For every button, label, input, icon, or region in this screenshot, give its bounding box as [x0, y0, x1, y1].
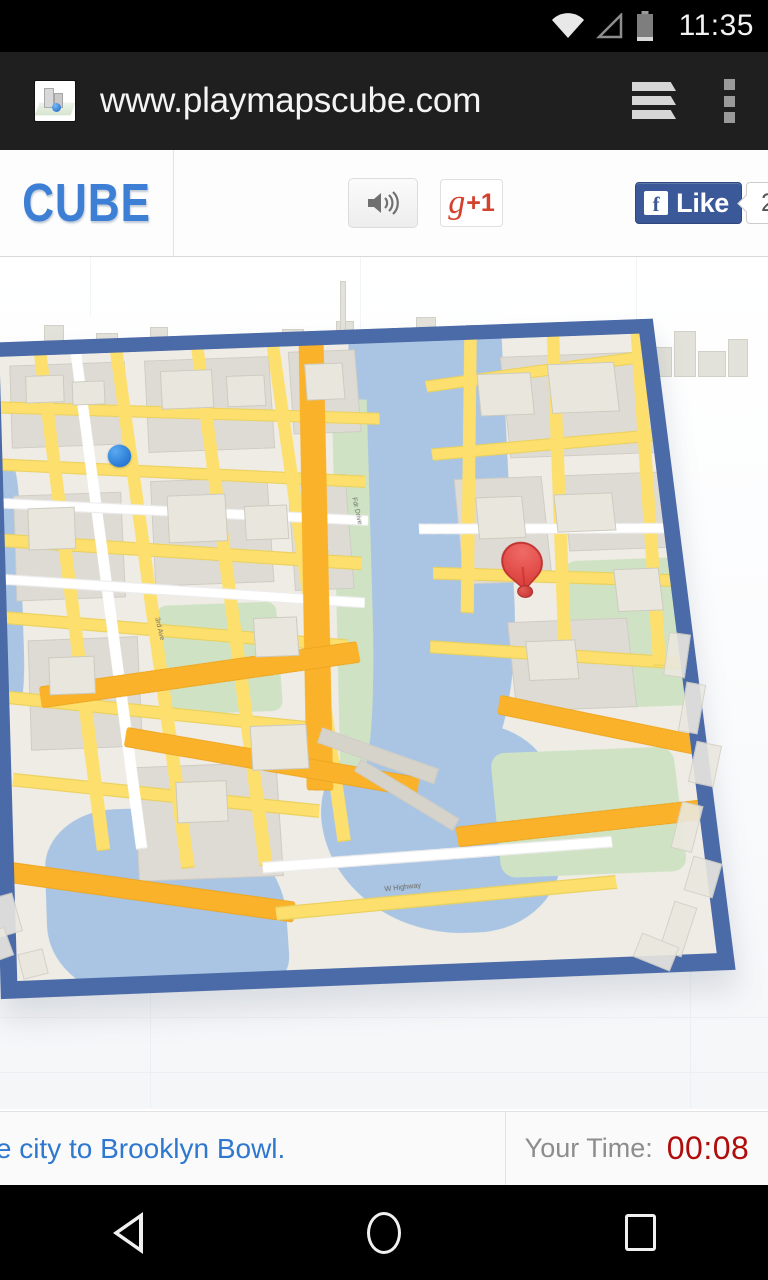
web-page: CUBE g +1 f Like 2 Fdr Drive 3rd Ave W H… [0, 150, 768, 1185]
mission-caption: ugh the city to Brooklyn Bowl. [0, 1112, 506, 1185]
map-road [418, 522, 686, 535]
recents-button[interactable] [565, 1185, 715, 1280]
gplus-plus-label: +1 [466, 188, 495, 217]
red-map-pin [492, 533, 552, 599]
status-bar-clock: 11:35 [678, 9, 754, 42]
browser-toolbar: www.playmapscube.com [0, 52, 768, 150]
site-logo[interactable]: CUBE [0, 150, 174, 256]
back-icon [113, 1211, 143, 1254]
map-content: Fdr Drive 3rd Ave W Highway [0, 333, 717, 982]
speaker-icon [368, 191, 399, 215]
battery-icon [636, 11, 653, 41]
sound-toggle-button[interactable] [348, 178, 418, 228]
overflow-menu-icon[interactable] [724, 79, 736, 123]
status-icon-group: 11:35 [551, 9, 754, 43]
cell-signal-icon [595, 13, 622, 39]
facebook-like-label: Like [676, 187, 729, 218]
back-button[interactable] [53, 1185, 203, 1280]
timer-panel: Your Time: 00:08 [506, 1112, 768, 1185]
game-stage[interactable]: Fdr Drive 3rd Ave W Highway [0, 257, 768, 1109]
caption-bar: ugh the city to Brooklyn Bowl. Your Time… [0, 1111, 768, 1185]
site-favicon [34, 80, 76, 122]
google-plus-one-button[interactable]: g +1 [440, 179, 503, 227]
site-header: CUBE g +1 f Like 2 [0, 150, 768, 257]
android-status-bar: 11:35 [0, 0, 768, 52]
site-logo-text: CUBE [22, 173, 151, 233]
phone-screen: 11:35 www.playmapscube.com CUBE g +1 f L… [0, 0, 768, 1280]
android-nav-bar [0, 1185, 768, 1280]
map-cube[interactable]: Fdr Drive 3rd Ave W Highway [0, 303, 768, 1093]
home-icon [367, 1211, 401, 1254]
header-controls: g +1 [348, 178, 503, 228]
facebook-f-icon: f [644, 191, 669, 215]
home-button[interactable] [309, 1185, 459, 1280]
timer-label: Your Time: [524, 1133, 653, 1163]
recents-icon [624, 1214, 656, 1251]
gplus-g-label: g [448, 184, 466, 221]
facebook-like-count: 2 [746, 182, 768, 224]
facebook-like-button[interactable]: f Like [635, 182, 742, 224]
timer-value: 00:08 [666, 1130, 750, 1166]
url-bar[interactable]: www.playmapscube.com [100, 81, 632, 121]
facebook-like-widget: f Like 2 [635, 182, 768, 224]
wifi-icon [551, 13, 584, 38]
tab-stack-icon[interactable] [632, 79, 680, 123]
map-face-top[interactable]: Fdr Drive 3rd Ave W Highway [0, 318, 736, 1000]
